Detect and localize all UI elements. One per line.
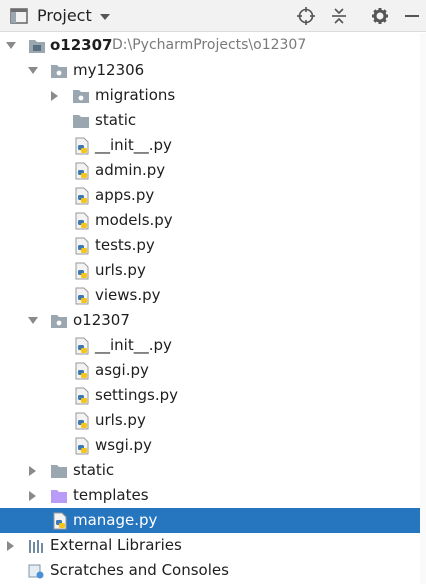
tree-item-my12306[interactable]: my12306 bbox=[0, 58, 426, 83]
expand-arrow-icon[interactable] bbox=[28, 67, 38, 74]
locate-icon[interactable] bbox=[296, 6, 316, 26]
tree-item-label: wsgi.py bbox=[95, 436, 152, 454]
tree-item-label: __init__.py bbox=[95, 136, 172, 154]
tree-item-label: my12306 bbox=[73, 61, 145, 79]
tree-item-label: views.py bbox=[95, 286, 161, 304]
python-file-icon bbox=[75, 212, 89, 230]
tree-item-file[interactable]: __init__.py bbox=[0, 333, 426, 358]
libraries-icon bbox=[29, 540, 43, 553]
tree-item-label: Scratches and Consoles bbox=[50, 561, 229, 579]
tree-item-file[interactable]: settings.py bbox=[0, 383, 426, 408]
tree-item-label: asgi.py bbox=[95, 361, 149, 379]
package-folder-icon bbox=[51, 65, 67, 78]
tree-item-o12307-package[interactable]: o12307 bbox=[0, 308, 426, 333]
expand-arrow-icon[interactable] bbox=[29, 491, 36, 501]
tree-item-label: static bbox=[73, 461, 115, 479]
tree-item-file[interactable]: tests.py bbox=[0, 233, 426, 258]
tree-item-label: __init__.py bbox=[95, 336, 172, 354]
tree-item-label: urls.py bbox=[95, 261, 146, 279]
tree-item-label: manage.py bbox=[73, 511, 158, 529]
project-window-icon bbox=[10, 8, 28, 24]
expand-arrow-icon[interactable] bbox=[6, 42, 16, 49]
tree-item-templates[interactable]: templates bbox=[0, 483, 426, 508]
tree-item-label: static bbox=[95, 111, 137, 129]
tree-item-label: templates bbox=[73, 486, 149, 504]
python-file-icon bbox=[75, 287, 89, 305]
tree-item-label: External Libraries bbox=[50, 536, 182, 554]
tree-item-manage-py[interactable]: manage.py bbox=[0, 508, 426, 533]
tree-item-label: apps.py bbox=[95, 186, 155, 204]
tree-item-label: o12307 bbox=[73, 311, 130, 329]
folder-icon bbox=[73, 115, 89, 128]
expand-arrow-icon[interactable] bbox=[7, 541, 14, 551]
python-file-icon bbox=[75, 237, 89, 255]
tree-item-migrations[interactable]: migrations bbox=[0, 83, 426, 108]
tree-item-static[interactable]: static bbox=[0, 108, 426, 133]
package-folder-icon bbox=[73, 90, 89, 103]
view-dropdown-icon[interactable] bbox=[100, 14, 110, 20]
tree-item-file[interactable]: models.py bbox=[0, 208, 426, 233]
tree-item-scratches[interactable]: Scratches and Consoles bbox=[0, 558, 426, 583]
tree-item-static-root[interactable]: static bbox=[0, 458, 426, 483]
python-file-icon bbox=[75, 362, 89, 380]
tree-item-label: models.py bbox=[95, 211, 173, 229]
tree-item-external-libraries[interactable]: External Libraries bbox=[0, 533, 426, 558]
tree-item-project-root[interactable]: o12307 D:\PycharmProjects\o12307 bbox=[0, 33, 426, 58]
tree-item-file[interactable]: admin.py bbox=[0, 158, 426, 183]
python-file-icon bbox=[75, 187, 89, 205]
tree-item-file[interactable]: asgi.py bbox=[0, 358, 426, 383]
project-folder-icon bbox=[29, 40, 45, 53]
expand-arrow-icon[interactable] bbox=[28, 317, 38, 324]
tree-item-label: tests.py bbox=[95, 236, 155, 254]
tree-item-label: admin.py bbox=[95, 161, 166, 179]
tree-item-label: o12307 bbox=[50, 36, 113, 54]
python-file-icon bbox=[75, 162, 89, 180]
python-file-icon bbox=[75, 412, 89, 430]
python-file-icon bbox=[75, 262, 89, 280]
tree-item-file[interactable]: apps.py bbox=[0, 183, 426, 208]
tree-item-label: urls.py bbox=[95, 411, 146, 429]
tree-item-file[interactable]: urls.py bbox=[0, 408, 426, 433]
project-tool-window-header: Project bbox=[0, 0, 426, 32]
tree-item-label: migrations bbox=[95, 86, 176, 104]
python-file-icon bbox=[75, 137, 89, 155]
python-file-icon bbox=[75, 387, 89, 405]
package-folder-icon bbox=[51, 315, 67, 328]
minimize-icon[interactable] bbox=[402, 6, 422, 26]
templates-folder-icon bbox=[51, 490, 67, 503]
settings-gear-icon[interactable] bbox=[370, 6, 390, 26]
folder-icon bbox=[51, 465, 67, 478]
scrollbar[interactable] bbox=[420, 33, 426, 584]
tool-window-title[interactable]: Project bbox=[37, 6, 92, 25]
scratches-icon bbox=[28, 564, 44, 579]
collapse-all-icon[interactable] bbox=[329, 6, 349, 26]
expand-arrow-icon[interactable] bbox=[51, 91, 58, 101]
expand-arrow-icon[interactable] bbox=[29, 466, 36, 476]
python-file-icon bbox=[75, 337, 89, 355]
tree-item-file[interactable]: urls.py bbox=[0, 258, 426, 283]
tree-item-file[interactable]: wsgi.py bbox=[0, 433, 426, 458]
tree-item-file[interactable]: views.py bbox=[0, 283, 426, 308]
tree-item-file[interactable]: __init__.py bbox=[0, 133, 426, 158]
python-file-icon bbox=[53, 512, 67, 530]
tree-item-label: settings.py bbox=[95, 386, 178, 404]
python-file-icon bbox=[75, 437, 89, 455]
project-path: D:\PycharmProjects\o12307 bbox=[112, 37, 307, 53]
